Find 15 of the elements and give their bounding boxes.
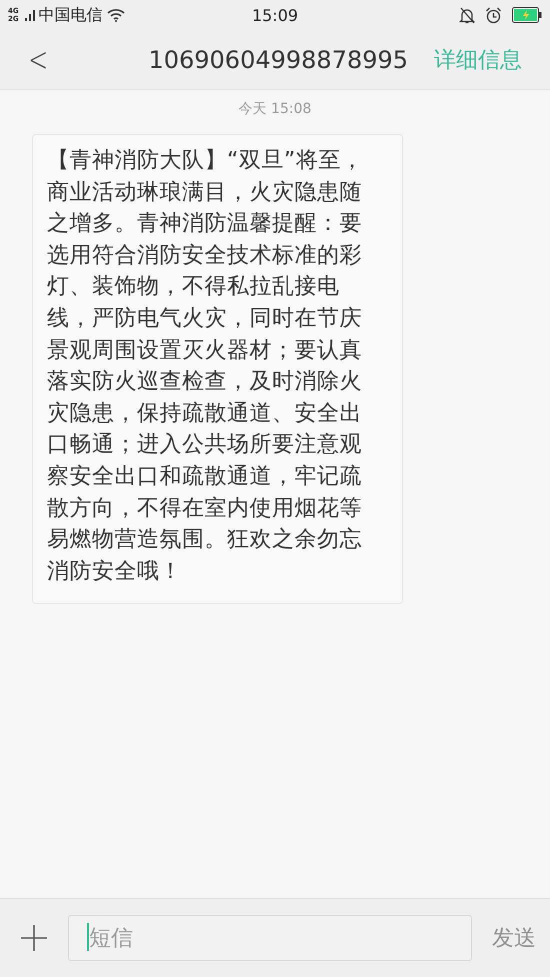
back-button[interactable]: < (28, 42, 48, 76)
message-input-field[interactable]: 短信 (68, 915, 472, 961)
text-cursor (87, 923, 89, 951)
battery-charging-icon (512, 7, 542, 23)
add-icon[interactable] (20, 924, 48, 952)
muted-bell-icon (459, 6, 475, 24)
alarm-clock-icon (485, 6, 502, 24)
signal-icon (24, 8, 35, 22)
wifi-icon (106, 8, 125, 22)
clock-time: 15:09 (252, 6, 298, 24)
details-link[interactable]: 详细信息 (434, 44, 522, 74)
carrier-name: 中国电信 (38, 4, 103, 26)
message-timestamp: 今天 15:08 (238, 100, 312, 118)
message-bubble: 【青神消防大队】“双旦”将至，商业活动琳琅满目，火灾隐患随之增多。青神消防温馨提醒：要选用符合消防安全技术标准的彩灯、装饰物，不得私拉乱接电线，严防电气火灾，同时在节庆景观周围设置灭火器材；要认真落实防火巡查检查，及时消除火灾隐患，保持疏散通道、安全出口畅通；进入公共场所要注意观察安全出口和疏散通道，牢记疏散方向，不得在室内使用烟花等易燃物营造氛围。狂欢之余勿忘消防安全哦！ (32, 134, 403, 604)
contact-number: 10690604998878995 (147, 46, 410, 74)
